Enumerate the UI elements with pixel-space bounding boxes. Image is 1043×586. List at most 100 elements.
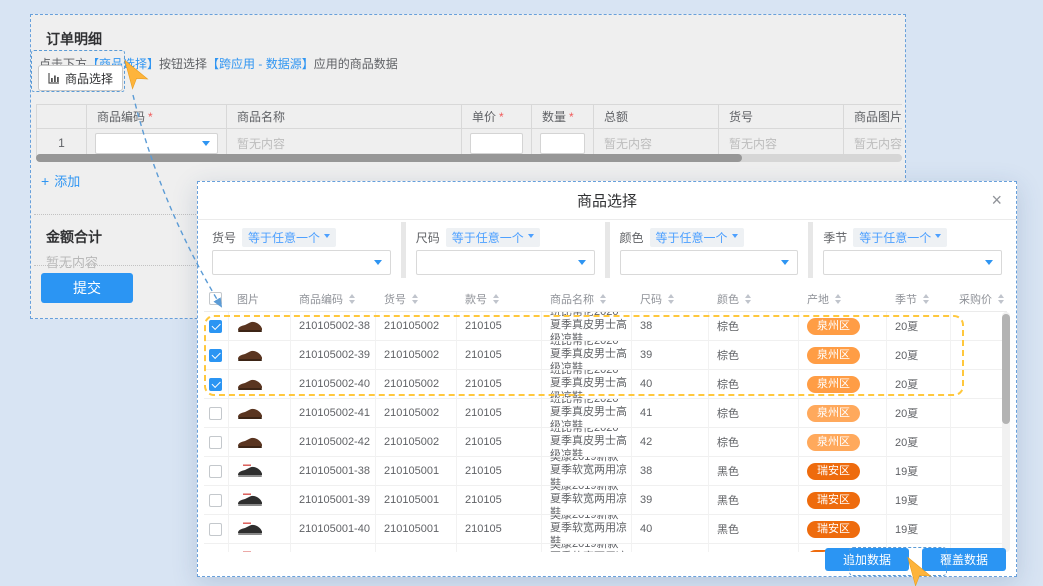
- cell-style-no: 210105: [457, 428, 542, 457]
- chevron-down-icon: [374, 260, 382, 269]
- cell-item-no: 210105001: [376, 486, 457, 515]
- origin-badge: 瑞安区: [807, 463, 860, 480]
- cell: [204, 428, 229, 457]
- filter-size: 尺码 等于任意一个: [406, 222, 605, 278]
- cell-style-no: 210105: [457, 312, 542, 341]
- origin-badge: 泉州区: [807, 318, 860, 335]
- horizontal-scrollbar-thumb[interactable]: [36, 154, 742, 162]
- cell-size: 39: [632, 341, 709, 370]
- close-icon[interactable]: ×: [991, 190, 1002, 210]
- filter-value-select[interactable]: [416, 250, 595, 275]
- row-checkbox[interactable]: [209, 465, 222, 478]
- sort-icon[interactable]: [412, 291, 418, 307]
- sort-icon[interactable]: [923, 291, 929, 307]
- product-row[interactable]: 210105002-42210105002210105班比常伦2020夏季真皮男…: [204, 428, 1007, 457]
- modal-col-header[interactable]: 商品编码: [291, 286, 376, 312]
- horizontal-scrollbar[interactable]: [36, 154, 902, 162]
- unit-price-input[interactable]: [470, 133, 523, 154]
- filter-operator-dropdown[interactable]: 等于任意一个: [242, 228, 336, 247]
- sort-icon[interactable]: [493, 291, 499, 307]
- cell-item-no: 210105001: [376, 457, 457, 486]
- add-row-link[interactable]: 添加: [41, 171, 80, 190]
- cell: [204, 399, 229, 428]
- cell-season: 20夏: [887, 341, 951, 370]
- cell: [204, 544, 229, 552]
- modal-col-header[interactable]: 货号: [376, 286, 457, 312]
- filter-operator-dropdown[interactable]: 等于任意一个: [853, 228, 947, 247]
- select-all-checkbox[interactable]: [209, 292, 222, 305]
- total-placeholder: 暂无内容: [594, 135, 652, 152]
- chevron-down-icon: [935, 234, 941, 241]
- origin-badge: 瑞安区: [807, 492, 860, 509]
- required-asterisk: *: [569, 110, 574, 124]
- cell-size: 39: [632, 486, 709, 515]
- filter-bar: 货号 等于任意一个 尺码 等于任意一个 颜色 等于任意一个 季节 等于任意一个: [202, 222, 1012, 278]
- vertical-scrollbar[interactable]: [1002, 312, 1010, 552]
- modal-col-header[interactable]: 采购价: [951, 286, 1007, 312]
- cell-product-code: 210105001-39: [291, 486, 376, 515]
- sort-icon[interactable]: [835, 291, 841, 307]
- product-select-button[interactable]: 商品选择: [38, 65, 123, 91]
- sort-icon[interactable]: [349, 291, 355, 307]
- hint-suffix: 应用的商品数据: [314, 57, 398, 71]
- product-code-select[interactable]: [95, 133, 218, 154]
- row-checkbox[interactable]: [209, 552, 222, 553]
- plus-icon: [41, 174, 54, 189]
- filter-operator-dropdown[interactable]: 等于任意一个: [650, 228, 744, 247]
- filter-value-select[interactable]: [620, 250, 799, 275]
- product-row[interactable]: 210105001-39210105001210105奥康2019新款夏季软宽两…: [204, 486, 1007, 515]
- cell: [204, 370, 229, 399]
- cell-color: 黑色: [709, 457, 799, 486]
- cell-style-no: 210105: [457, 486, 542, 515]
- modal-col-header[interactable]: 颜色: [709, 286, 799, 312]
- modal-col-header[interactable]: 款号: [457, 286, 542, 312]
- product-row[interactable]: 210105002-38210105002210105班比常伦2020夏季真皮男…: [204, 312, 1007, 341]
- quantity-input[interactable]: [540, 133, 585, 154]
- filter-value-select[interactable]: [823, 250, 1002, 275]
- order-col-header: 商品图片: [844, 104, 902, 129]
- page: 订单明细 点击下方【商品选择】按钮选择【跨应用 - 数据源】应用的商品数据 商品…: [0, 0, 1043, 586]
- black-sandal-image: [237, 522, 263, 537]
- overwrite-data-button[interactable]: 覆盖数据: [922, 548, 1006, 571]
- row-checkbox[interactable]: [209, 407, 222, 420]
- cell-product-name: 班比常伦2020夏季真皮男士高级凉鞋: [542, 370, 632, 399]
- modal-col-header[interactable]: 尺码: [632, 286, 709, 312]
- append-data-button[interactable]: 追加数据: [825, 548, 909, 571]
- chevron-down-icon: [202, 141, 210, 150]
- modal-col-header[interactable]: 商品名称: [542, 286, 632, 312]
- cell-item-no: 210105002: [376, 399, 457, 428]
- product-row[interactable]: 210105001-40210105001210105奥康2019新款夏季软宽两…: [204, 515, 1007, 544]
- sort-icon[interactable]: [668, 291, 674, 307]
- origin-badge: 泉州区: [807, 347, 860, 364]
- bar-chart-icon: [48, 72, 60, 84]
- modal-col-header[interactable]: 产地: [799, 286, 887, 312]
- cell-color: [709, 544, 799, 552]
- sort-icon[interactable]: [600, 291, 606, 307]
- product-row[interactable]: 210105002-39210105002210105班比常伦2020夏季真皮男…: [204, 341, 1007, 370]
- product-row[interactable]: 210105002-41210105002210105班比常伦2020夏季真皮男…: [204, 399, 1007, 428]
- sort-icon[interactable]: [745, 291, 751, 307]
- row-checkbox[interactable]: [209, 320, 222, 333]
- filter-operator-dropdown[interactable]: 等于任意一个: [446, 228, 540, 247]
- submit-button[interactable]: 提交: [41, 273, 133, 303]
- row-checkbox[interactable]: [209, 349, 222, 362]
- modal-col-header[interactable]: 季节: [887, 286, 951, 312]
- cell-product-code: 210105002-40: [291, 370, 376, 399]
- row-checkbox[interactable]: [209, 494, 222, 507]
- product-row[interactable]: 210105002-40210105002210105班比常伦2020夏季真皮男…: [204, 370, 1007, 399]
- cell-product-name: 奥康2019新款夏季软宽两用凉鞋: [542, 486, 632, 515]
- filter-value-select[interactable]: [212, 250, 391, 275]
- vertical-scrollbar-thumb[interactable]: [1002, 314, 1010, 424]
- cell-purchase-price: [951, 341, 1007, 370]
- product-image-placeholder: 暂无内容: [844, 135, 902, 152]
- origin-badge: 泉州区: [807, 376, 860, 393]
- cell-size: 40: [632, 515, 709, 544]
- sort-icon[interactable]: [998, 291, 1004, 307]
- cell-item-no: 210105002: [376, 370, 457, 399]
- filter-label: 货号: [212, 229, 236, 246]
- add-row-label: 添加: [54, 174, 80, 189]
- row-checkbox[interactable]: [209, 378, 222, 391]
- row-checkbox[interactable]: [209, 436, 222, 449]
- row-checkbox[interactable]: [209, 523, 222, 536]
- product-row[interactable]: 210105001-38210105001210105奥康2019新款夏季软宽两…: [204, 457, 1007, 486]
